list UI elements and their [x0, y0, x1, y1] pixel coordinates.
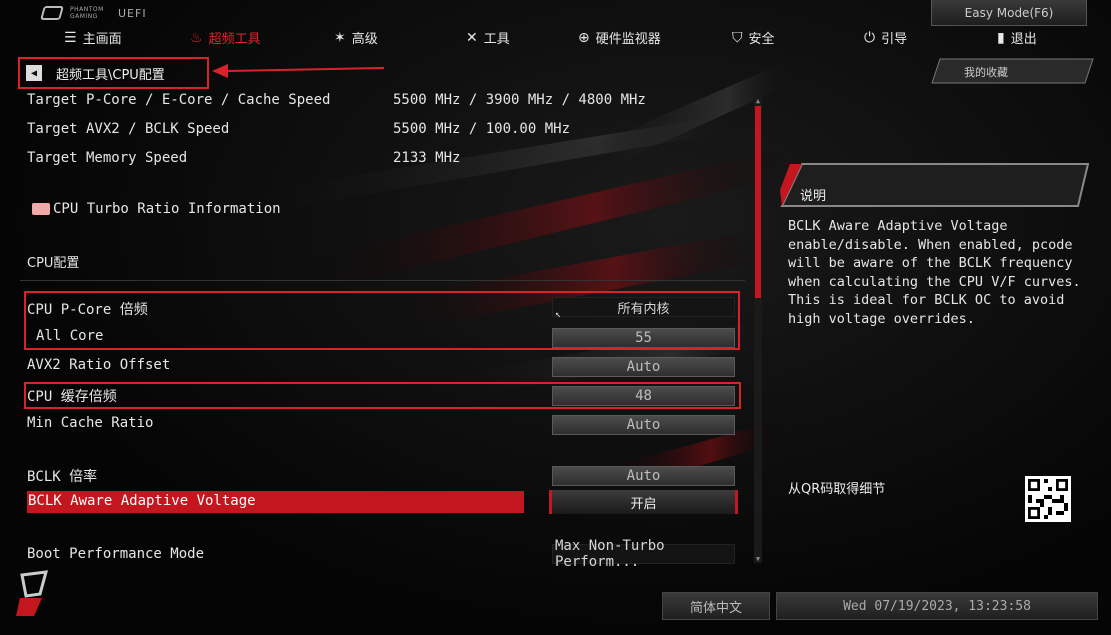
list-icon: ☰	[64, 29, 77, 46]
favorites-frame-icon	[931, 58, 1094, 84]
brand-logo: PHANTOM GAMING UEFI	[40, 6, 147, 20]
turbo-ratio-folder[interactable]: CPU Turbo Ratio Information	[32, 201, 281, 217]
tab-label: 高级	[351, 32, 378, 47]
crosshair-icon: ⊕	[578, 29, 590, 46]
breadcrumb: ◀ 超频工具\CPU配置	[18, 57, 209, 89]
tab-advanced[interactable]: ✶ 高级	[334, 28, 378, 48]
language-button[interactable]: 简体中文	[662, 592, 770, 620]
tab-boot[interactable]: ⏻ 引导	[864, 28, 908, 48]
brand-line2: GAMING	[70, 13, 98, 20]
bclk-ratio-label: BCLK 倍率	[27, 469, 98, 485]
annotation-highlight-box	[24, 291, 740, 350]
flame-icon: ♨	[190, 29, 203, 46]
phantom-gaming-logo-icon	[40, 6, 64, 20]
description-header-frame-icon	[780, 163, 1090, 207]
info-label: Target P-Core / E-Core / Cache Speed	[27, 92, 331, 108]
favorites-label: 我的收藏	[964, 66, 1008, 79]
favorites-button[interactable]: 我的收藏	[930, 58, 1094, 84]
top-bar: PHANTOM GAMING UEFI Easy Mode(F6) ☰ 主画面 …	[0, 0, 1111, 62]
description-text: BCLK Aware Adaptive Voltage enable/disab…	[788, 218, 1081, 327]
tab-hw-monitor[interactable]: ⊕ 硬件监视器	[578, 28, 661, 48]
avx2-select[interactable]: Auto	[552, 357, 735, 377]
bclk-ratio-select[interactable]: Auto	[552, 466, 735, 486]
tab-label: 退出	[1010, 32, 1037, 47]
tab-label: 工具	[483, 32, 510, 47]
datetime-display: Wed 07/19/2023, 13:23:58	[776, 592, 1098, 620]
info-value: 5500 MHz / 100.00 MHz	[393, 121, 571, 137]
folder-icon	[32, 203, 50, 215]
back-button[interactable]: ◀	[26, 65, 42, 81]
bclk-adaptive-select[interactable]: 开启	[549, 490, 738, 514]
scroll-down-icon[interactable]: ▼	[754, 555, 762, 563]
tab-label: 主画面	[82, 32, 122, 47]
boot-perf-select[interactable]: Max Non-Turbo Perform...	[552, 538, 735, 570]
min-cache-label: Min Cache Ratio	[27, 415, 154, 431]
folder-label: CPU Turbo Ratio Information	[53, 201, 281, 217]
tools-icon: ✕	[466, 29, 478, 46]
info-label: Target Memory Speed	[27, 150, 188, 166]
avx2-label: AVX2 Ratio Offset	[27, 357, 171, 373]
shield-icon: ⛉	[732, 29, 743, 46]
bclk-adaptive-label: BCLK Aware Adaptive Voltage	[28, 493, 256, 509]
exit-icon: ▮	[997, 29, 1005, 46]
tab-label: 硬件监视器	[595, 32, 661, 47]
tab-tools[interactable]: ✕ 工具	[466, 28, 510, 48]
annotation-highlight-box	[24, 382, 741, 409]
min-cache-select[interactable]: Auto	[552, 415, 735, 435]
tab-main[interactable]: ☰ 主画面	[64, 28, 122, 48]
tab-oc-tweaker[interactable]: ♨ 超频工具	[190, 28, 261, 48]
brand-line1: PHANTOM	[70, 6, 104, 13]
power-icon: ⏻	[864, 29, 876, 46]
scrollbar-thumb[interactable]	[755, 106, 761, 298]
tab-label: 安全	[748, 32, 775, 47]
tab-security[interactable]: ⛉ 安全	[732, 28, 775, 48]
brand-uefi: UEFI	[118, 6, 147, 20]
easy-mode-button[interactable]: Easy Mode(F6)	[931, 0, 1087, 26]
info-value: 5500 MHz / 3900 MHz / 4800 MHz	[393, 92, 646, 108]
qr-label: 从QR码取得细节	[788, 482, 886, 497]
phantom-gaming-emblem-icon	[16, 570, 49, 616]
breadcrumb-text: 超频工具\CPU配置	[56, 67, 165, 83]
boot-perf-label: Boot Performance Mode	[27, 546, 205, 562]
divider	[20, 280, 745, 281]
tab-exit[interactable]: ▮ 退出	[997, 28, 1037, 48]
tab-label: 超频工具	[208, 32, 261, 47]
tab-label: 引导	[881, 32, 908, 47]
scroll-up-icon[interactable]: ▲	[754, 97, 762, 105]
annotation-arrow-icon	[212, 64, 385, 78]
info-value: 2133 MHz	[393, 150, 461, 166]
section-title: CPU配置	[27, 256, 80, 271]
star-icon: ✶	[334, 29, 346, 46]
qr-code-icon	[1025, 476, 1071, 522]
info-label: Target AVX2 / BCLK Speed	[27, 121, 230, 137]
main-menu: ☰ 主画面 ♨ 超频工具 ✶ 高级 ✕ 工具 ⊕ 硬件监视器 ⛉ 安全 ⏻ 引导…	[0, 28, 1111, 54]
description-title: 说明	[800, 189, 827, 204]
